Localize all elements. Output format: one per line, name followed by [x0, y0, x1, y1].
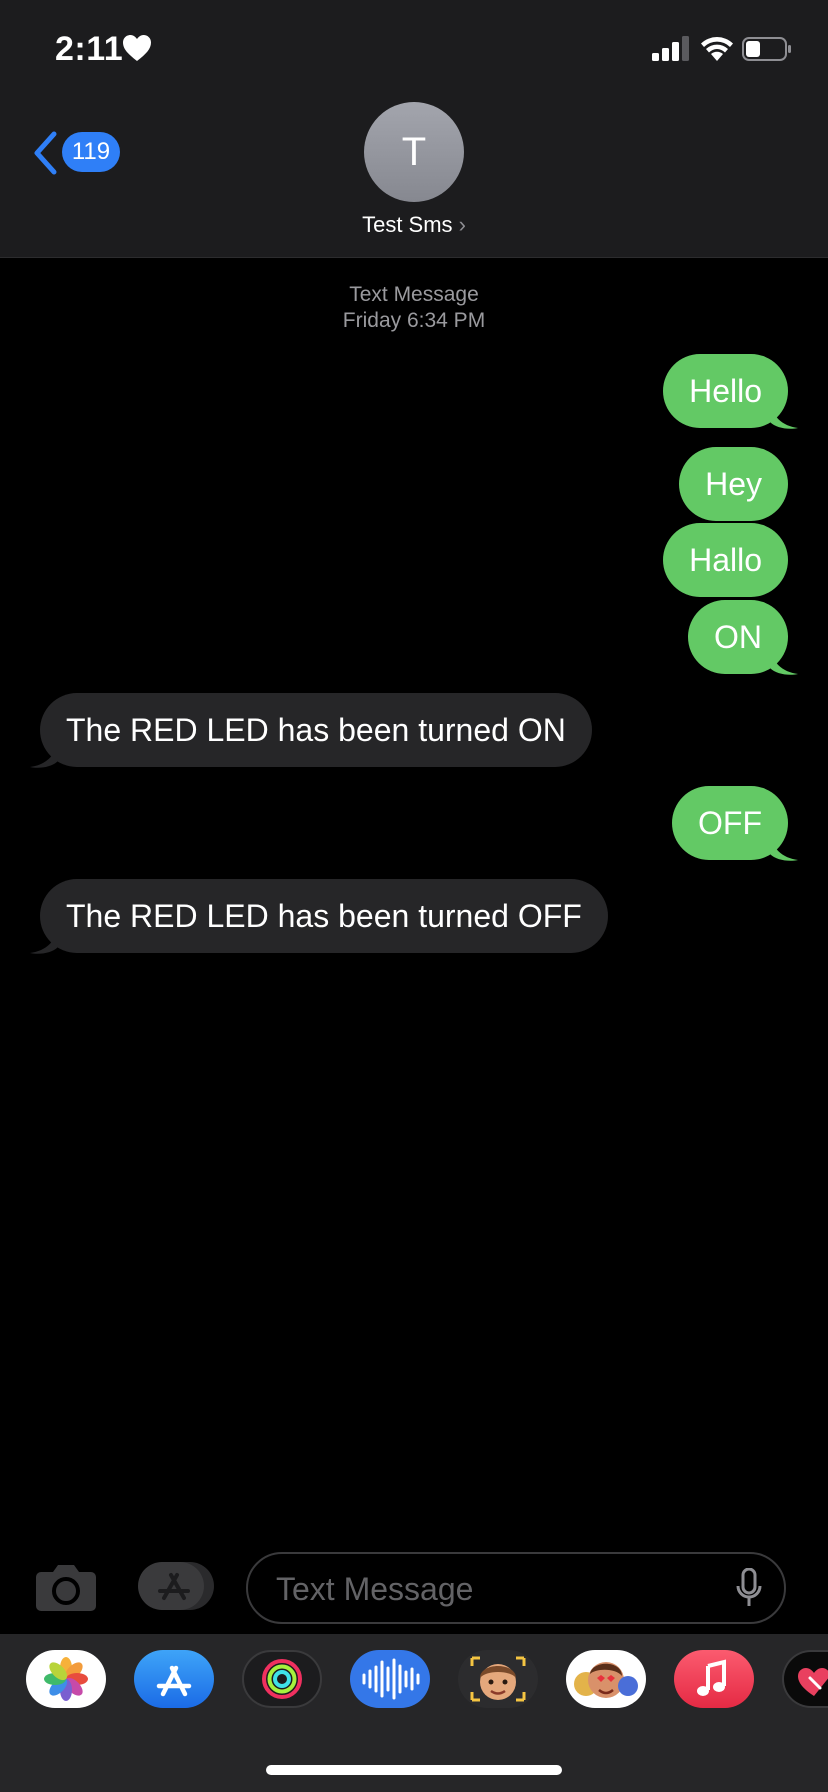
contact-name-button[interactable]: Test Sms › — [0, 212, 828, 238]
back-unread-badge[interactable]: 119 — [62, 132, 120, 172]
service-label: Text Message — [349, 283, 479, 306]
digital-touch-icon[interactable] — [782, 1650, 828, 1708]
camera-icon[interactable] — [35, 1562, 97, 1612]
app-store-icon[interactable] — [134, 1650, 214, 1708]
status-time: 2:11 — [55, 30, 124, 68]
sent-message-bubble[interactable]: Hallo — [663, 523, 788, 597]
received-message-bubble[interactable]: The RED LED has been turned OFF — [40, 879, 608, 953]
memoji-stickers-icon[interactable] — [566, 1650, 646, 1708]
sent-message-bubble[interactable]: Hey — [679, 447, 788, 521]
bubble-tail — [770, 648, 798, 675]
contact-name: Test Sms — [362, 212, 453, 237]
activity-icon[interactable] — [242, 1650, 322, 1708]
home-indicator[interactable] — [266, 1765, 562, 1775]
thread-info: Text Message Friday 6:34 PM — [0, 282, 828, 334]
conversation-header: 119 T Test Sms › — [0, 100, 828, 258]
back-chevron-icon[interactable] — [30, 130, 60, 176]
memoji-icon[interactable] — [458, 1650, 538, 1708]
bubble-tail — [30, 741, 58, 768]
contact-avatar[interactable]: T — [364, 102, 464, 202]
music-icon[interactable] — [674, 1650, 754, 1708]
app-store-button[interactable] — [138, 1562, 214, 1610]
bubble-tail — [770, 402, 798, 429]
message-input[interactable] — [274, 1554, 708, 1624]
audio-message-icon[interactable] — [350, 1650, 430, 1708]
message-text-field[interactable] — [246, 1552, 786, 1624]
received-message-bubble[interactable]: The RED LED has been turned ON — [40, 693, 592, 767]
cellular-signal-icon — [652, 36, 689, 61]
thread-timestamp: Friday 6:34 PM — [342, 309, 486, 332]
microphone-icon[interactable] — [736, 1568, 762, 1608]
bubble-tail — [30, 927, 58, 954]
status-bar: 2:11 — [0, 0, 828, 100]
chevron-right-icon: › — [458, 212, 466, 237]
battery-icon — [742, 37, 791, 61]
message-composer — [0, 1540, 828, 1632]
imessage-app-drawer — [0, 1634, 828, 1792]
wifi-icon — [701, 37, 733, 61]
bubble-tail — [770, 834, 798, 861]
heart-icon — [123, 35, 151, 61]
photos-icon[interactable] — [26, 1650, 106, 1708]
